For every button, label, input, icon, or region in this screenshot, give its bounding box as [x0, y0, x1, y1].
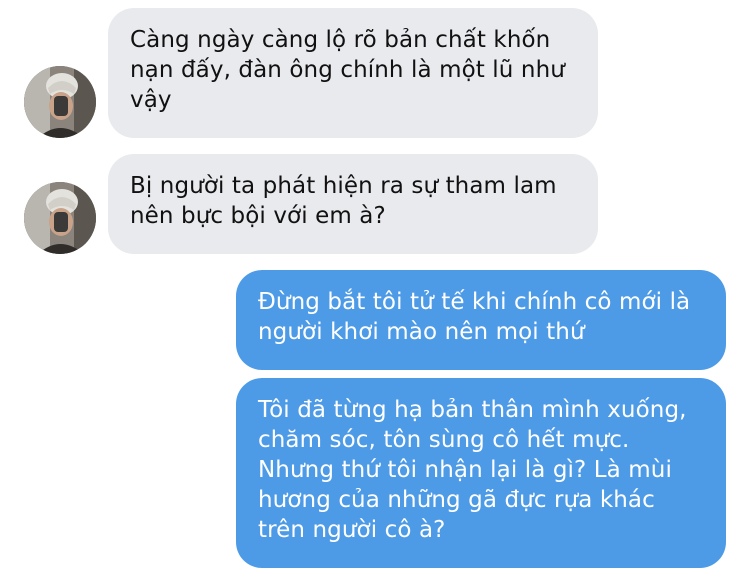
- incoming-message-bubble[interactable]: Càng ngày càng lộ rõ bản chất khốn nạn đ…: [108, 8, 598, 138]
- incoming-message-bubble[interactable]: Bị người ta phát hiện ra sự tham lam nên…: [108, 154, 598, 254]
- avatar-photo-icon: [24, 182, 96, 254]
- contact-avatar[interactable]: [24, 182, 96, 254]
- contact-avatar[interactable]: [24, 66, 96, 138]
- message-thread: Càng ngày càng lộ rõ bản chất khốn nạn đ…: [0, 0, 750, 576]
- outgoing-message-bubble[interactable]: Tôi đã từng hạ bản thân mình xuống, chăm…: [236, 378, 726, 568]
- avatar-photo-icon: [24, 66, 96, 138]
- outgoing-message-bubble[interactable]: Đừng bắt tôi tử tế khi chính cô mới là n…: [236, 270, 726, 370]
